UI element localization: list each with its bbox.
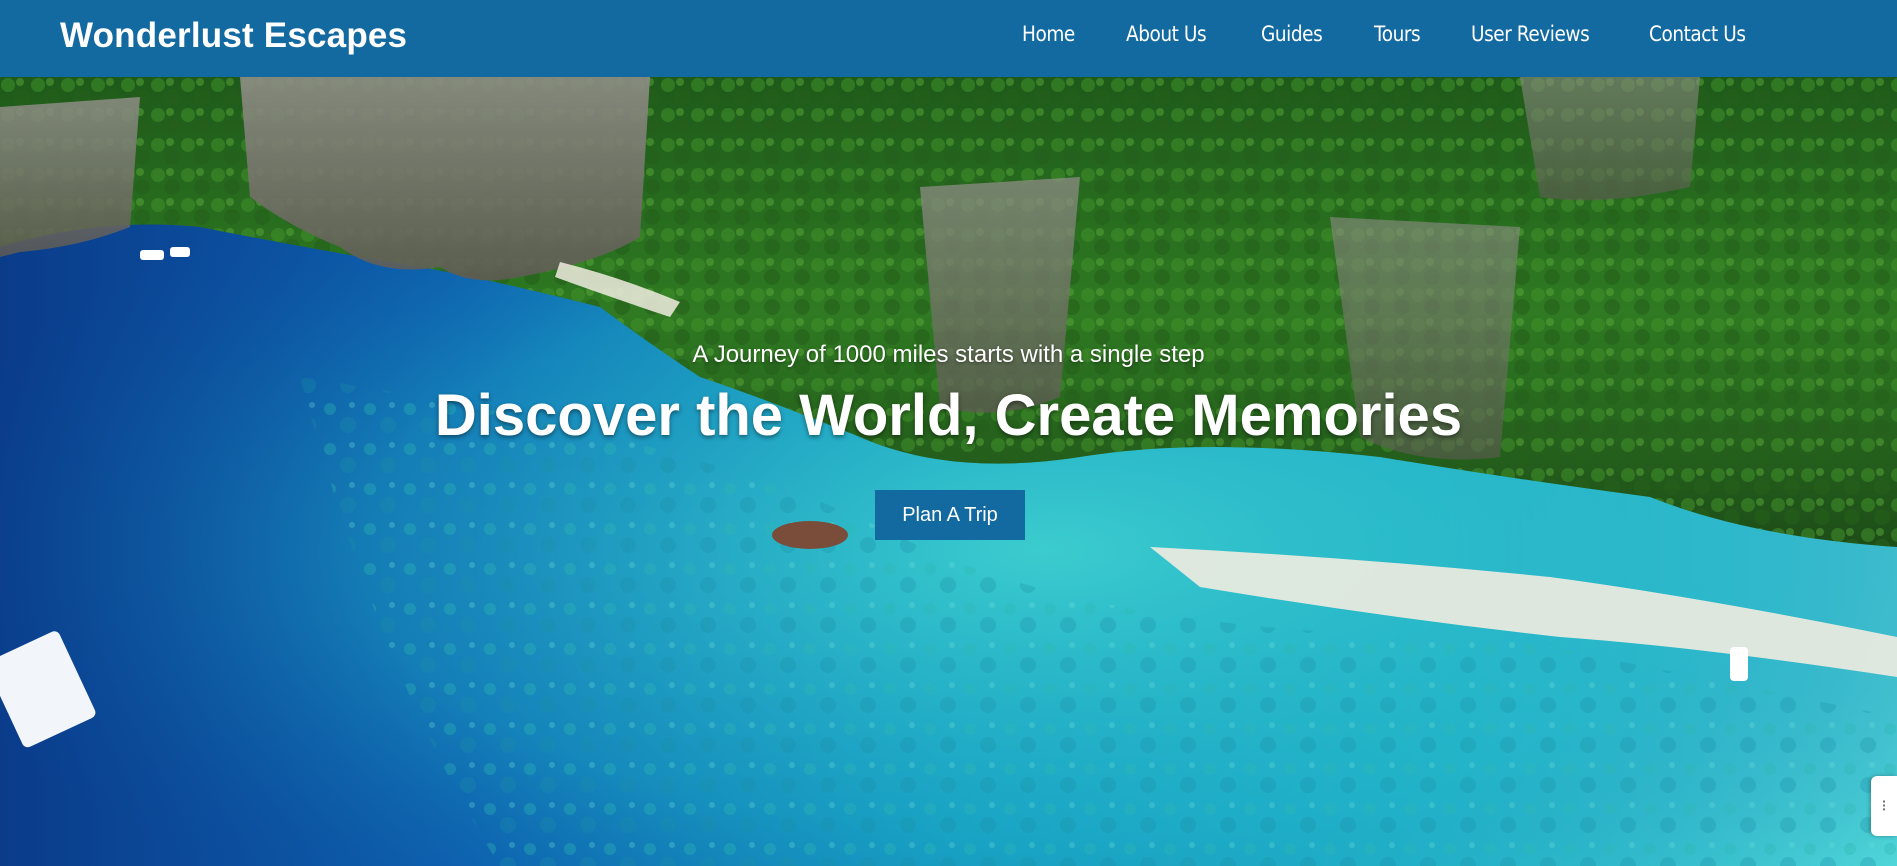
hero-tagline: A Journey of 1000 miles starts with a si… — [692, 341, 1205, 368]
brand-logo-text[interactable]: Wonderlust Escapes — [60, 16, 407, 56]
nav-item-about-us[interactable]: About Us — [1126, 22, 1207, 46]
nav-item-home[interactable]: Home — [1022, 22, 1075, 46]
side-widget-tab[interactable]: ⁝ — [1871, 776, 1897, 836]
plan-a-trip-button[interactable]: Plan A Trip — [875, 490, 1025, 540]
drag-handle-icon: ⁝ — [1881, 798, 1887, 815]
nav-item-tours[interactable]: Tours — [1374, 22, 1421, 46]
hero-headline: Discover the World, Create Memories — [434, 383, 1463, 448]
nav-item-user-reviews[interactable]: User Reviews — [1471, 22, 1590, 46]
nav-item-contact-us[interactable]: Contact Us — [1649, 22, 1746, 46]
top-navbar: Wonderlust Escapes Home About Us Guides … — [0, 0, 1897, 77]
hero-content: A Journey of 1000 miles starts with a si… — [0, 77, 1897, 866]
nav-item-guides[interactable]: Guides — [1261, 22, 1323, 46]
main-nav: Home About Us Guides Tours User Reviews … — [978, 22, 1759, 46]
hero-section: A Journey of 1000 miles starts with a si… — [0, 77, 1897, 866]
